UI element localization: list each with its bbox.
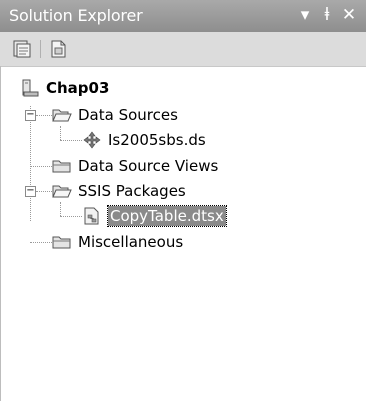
properties-button[interactable] [11, 39, 33, 59]
collapse-ssis-packages[interactable]: − [25, 186, 36, 197]
project-icon [22, 79, 39, 97]
folder-icon [52, 160, 71, 173]
tree-item-label: SSIS Packages [78, 182, 186, 200]
tree-item-package-file[interactable]: CopyTable.dtsx [82, 205, 227, 227]
tree-connector [30, 166, 52, 167]
tree-connector [30, 242, 52, 243]
tree-item-data-source-file[interactable]: Is2005sbs.ds [82, 129, 206, 151]
tree-connector [36, 191, 52, 192]
folder-icon [52, 236, 71, 249]
toolbar-separator [40, 40, 41, 58]
properties-icon [13, 40, 31, 58]
title-bar: Solution Explorer ▾ ⱡ ✕ [0, 0, 366, 32]
show-all-files-button[interactable] [48, 39, 70, 59]
tree-item-data-source-views[interactable]: Data Source Views [52, 155, 218, 177]
tree-item-label: Miscellaneous [78, 233, 184, 251]
tree-connector [60, 202, 61, 216]
tree-root-project[interactable]: Chap03 [20, 77, 109, 99]
tree-connector [60, 140, 82, 141]
title-bar-buttons: ▾ ⱡ ✕ [294, 3, 360, 27]
tree-item-label: Data Sources [78, 106, 178, 124]
dropdown-arrow-icon[interactable]: ▾ [294, 3, 316, 27]
project-name: Chap03 [46, 79, 110, 97]
solution-explorer-panel: Solution Explorer ▾ ⱡ ✕ Chap03 − Data So… [0, 0, 366, 401]
tree-connector [60, 126, 61, 140]
close-icon[interactable]: ✕ [338, 3, 360, 27]
pin-icon[interactable]: ⱡ [316, 3, 338, 27]
tree-connector [30, 106, 31, 221]
tree-item-ssis-packages[interactable]: SSIS Packages [52, 180, 186, 202]
tree-item-miscellaneous[interactable]: Miscellaneous [52, 231, 183, 253]
tree-connector [60, 216, 82, 217]
data-source-icon [83, 131, 101, 149]
folder-open-icon [52, 109, 72, 122]
toolbar [0, 32, 366, 67]
folder-open-icon [52, 185, 72, 198]
tree-item-label: Data Source Views [78, 157, 219, 175]
tree-item-data-sources[interactable]: Data Sources [52, 104, 178, 126]
package-icon [84, 207, 99, 225]
tree-connector [36, 115, 52, 116]
collapse-data-sources[interactable]: − [25, 110, 36, 121]
show-all-files-icon [51, 40, 66, 58]
panel-title: Solution Explorer [9, 6, 143, 25]
tree-item-label: Is2005sbs.ds [108, 131, 206, 149]
solution-tree: Chap03 − Data Sources Is2005sbs.ds Data … [0, 66, 366, 401]
tree-item-label: CopyTable.dtsx [107, 205, 227, 227]
